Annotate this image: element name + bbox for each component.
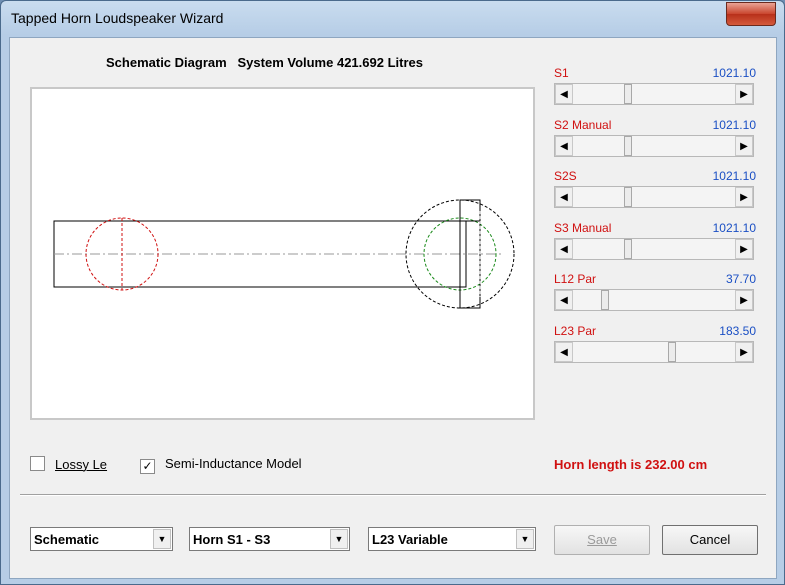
close-button[interactable] — [726, 2, 776, 26]
scroll-thumb[interactable] — [624, 135, 633, 156]
scroll-left-icon[interactable]: ◀ — [555, 84, 573, 104]
param-scrollbar[interactable]: ◀ ▶ — [554, 83, 754, 105]
scroll-right-icon[interactable]: ▶ — [735, 238, 753, 259]
param-scrollbar[interactable]: ◀ ▶ — [554, 134, 754, 157]
semi-inductance-checkbox[interactable]: ✓ Semi-Inductance Model — [140, 456, 302, 474]
separator — [20, 494, 766, 496]
semi-inductance-label: Semi-Inductance Model — [165, 456, 302, 471]
scroll-left-icon[interactable]: ◀ — [555, 290, 573, 310]
schematic-diagram — [30, 87, 535, 420]
param-label: S3 Manual — [554, 220, 612, 235]
scroll-thumb[interactable] — [624, 187, 633, 207]
scroll-track[interactable] — [573, 187, 735, 207]
lossy-le-checkbox[interactable]: Lossy Le — [30, 456, 107, 472]
param-value: 1021.10 — [712, 169, 756, 183]
scroll-thumb[interactable] — [668, 341, 677, 362]
check-icon: ✓ — [142, 459, 153, 473]
param-scrollbar[interactable]: ◀ ▶ — [554, 186, 754, 208]
wizard-window: Tapped Horn Loudspeaker Wizard Schematic… — [0, 0, 785, 585]
param-value: 1021.10 — [712, 220, 756, 235]
scroll-right-icon[interactable]: ▶ — [735, 341, 753, 362]
scroll-track[interactable] — [573, 238, 735, 259]
param-value: 37.70 — [725, 272, 756, 286]
scroll-left-icon[interactable]: ◀ — [555, 187, 573, 207]
scroll-right-icon[interactable]: ▶ — [735, 135, 753, 156]
param-scrollbar[interactable]: ◀ ▶ — [554, 340, 754, 363]
scroll-track[interactable] — [573, 84, 735, 104]
param-label: S2 Manual — [554, 117, 612, 132]
param-value: 1021.10 — [712, 66, 756, 80]
horn-section-combo[interactable]: Horn S1 - S3 ▼ — [189, 527, 350, 551]
title-bar[interactable]: Tapped Horn Loudspeaker Wizard — [1, 1, 784, 37]
scroll-left-icon[interactable]: ◀ — [555, 238, 573, 259]
scroll-thumb[interactable] — [624, 238, 633, 259]
lossy-le-label: Lossy Le — [55, 457, 108, 472]
param-label: L12 Par — [554, 272, 597, 286]
cancel-button-label: Cancel — [689, 532, 731, 547]
dialog-client: Schematic Diagram System Volume 421.692 … — [9, 37, 777, 579]
window-title: Tapped Horn Loudspeaker Wizard — [11, 10, 224, 26]
scroll-track[interactable] — [573, 341, 735, 362]
chevron-down-icon[interactable]: ▼ — [330, 529, 348, 549]
horn-section-combo-value: Horn S1 - S3 — [193, 532, 271, 547]
scroll-right-icon[interactable]: ▶ — [735, 290, 753, 310]
scroll-thumb[interactable] — [601, 290, 610, 310]
param-scrollbar[interactable]: ◀ ▶ — [554, 237, 754, 260]
view-combo[interactable]: Schematic ▼ — [30, 527, 173, 551]
scroll-left-icon[interactable]: ◀ — [555, 135, 573, 156]
param-value: 183.50 — [719, 323, 756, 338]
scroll-thumb[interactable] — [624, 84, 633, 104]
chevron-down-icon[interactable]: ▼ — [516, 529, 534, 549]
scroll-right-icon[interactable]: ▶ — [735, 84, 753, 104]
scroll-track[interactable] — [573, 290, 735, 310]
scroll-left-icon[interactable]: ◀ — [555, 341, 573, 362]
lossy-le-box[interactable] — [30, 456, 45, 471]
schematic-caption: Schematic Diagram System Volume 421.692 … — [106, 55, 423, 70]
param-label: L23 Par — [554, 323, 597, 338]
scroll-right-icon[interactable]: ▶ — [735, 187, 753, 207]
chevron-down-icon[interactable]: ▼ — [153, 529, 171, 549]
param-label: S2S — [554, 169, 577, 183]
save-button-label: Save — [587, 532, 617, 547]
param-value: 1021.10 — [712, 117, 756, 132]
schematic-drawing — [53, 199, 515, 309]
semi-inductance-box[interactable]: ✓ — [140, 459, 155, 474]
view-combo-value: Schematic — [34, 532, 100, 547]
horn-length-text: Horn length is 232.00 cm — [554, 457, 708, 472]
cancel-button[interactable]: Cancel — [662, 525, 758, 555]
param-scrollbar[interactable]: ◀ ▶ — [554, 289, 754, 311]
variable-combo-value: L23 Variable — [372, 532, 448, 547]
variable-combo[interactable]: L23 Variable ▼ — [368, 527, 536, 551]
scroll-track[interactable] — [573, 135, 735, 156]
param-label: S1 — [554, 66, 569, 80]
save-button[interactable]: Save — [554, 525, 650, 555]
